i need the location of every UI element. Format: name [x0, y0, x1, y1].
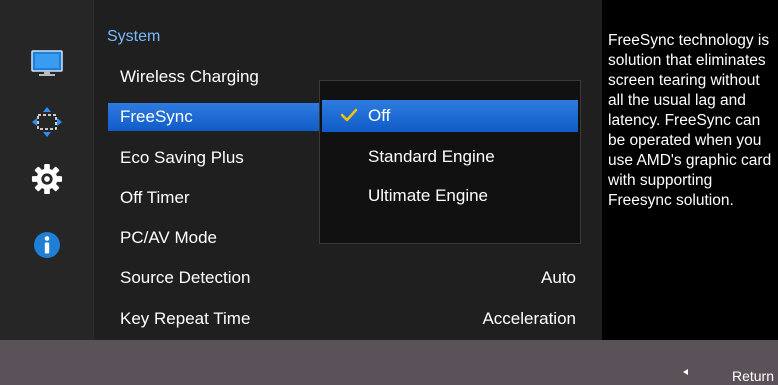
icon-rail [0, 0, 93, 340]
menu-item-value: Acceleration [482, 309, 576, 328]
menu-item-source-detection[interactable]: Source Detection Auto [108, 264, 601, 292]
menu-item-wireless-charging[interactable]: Wireless Charging [108, 63, 334, 91]
osd-screen: System Wireless Charging FreeSync Eco Sa… [0, 0, 778, 385]
submenu-option-label: Ultimate Engine [368, 186, 489, 205]
position-arrows-icon[interactable] [31, 106, 63, 138]
submenu-option-standard-engine[interactable]: Standard Engine [322, 141, 578, 173]
menu-item-label: Off Timer [120, 188, 190, 207]
info-icon[interactable] [31, 229, 63, 261]
menu-item-label: Source Detection [120, 268, 251, 287]
menu-item-key-repeat-time[interactable]: Key Repeat Time Acceleration [108, 305, 601, 333]
submenu-option-label: Standard Engine [368, 147, 495, 166]
monitor-icon[interactable] [31, 48, 63, 80]
menu-item-freesync[interactable]: FreeSync [108, 103, 334, 131]
menu-title: System [107, 28, 161, 45]
menu-item-label: Key Repeat Time [120, 309, 251, 328]
return-label[interactable]: Return [732, 368, 774, 384]
menu-item-value: Auto [541, 268, 576, 287]
bottom-bar: Return [0, 340, 778, 385]
help-panel: FreeSync technology is solution that eli… [602, 0, 778, 340]
submenu-option-label: Off [368, 106, 391, 125]
menu-item-off-timer[interactable]: Off Timer [108, 184, 334, 212]
menu-item-pc-av-mode[interactable]: PC/AV Mode [108, 224, 334, 252]
help-text: FreeSync technology is solution that eli… [608, 32, 772, 209]
return-arrow-icon[interactable] [683, 369, 688, 375]
menu-item-label: Eco Saving Plus [120, 148, 244, 167]
submenu-option-ultimate-engine[interactable]: Ultimate Engine [322, 180, 578, 212]
menu-item-label: PC/AV Mode [120, 228, 218, 247]
menu-item-label: Wireless Charging [120, 67, 259, 86]
menu-item-eco-saving-plus[interactable]: Eco Saving Plus [108, 144, 334, 172]
checkmark-icon [340, 108, 358, 122]
gear-icon[interactable] [31, 163, 63, 195]
menu-item-label: FreeSync [120, 107, 193, 126]
submenu-option-off[interactable]: Off [322, 100, 578, 132]
freesync-submenu: Off Standard Engine Ultimate Engine [319, 80, 581, 244]
